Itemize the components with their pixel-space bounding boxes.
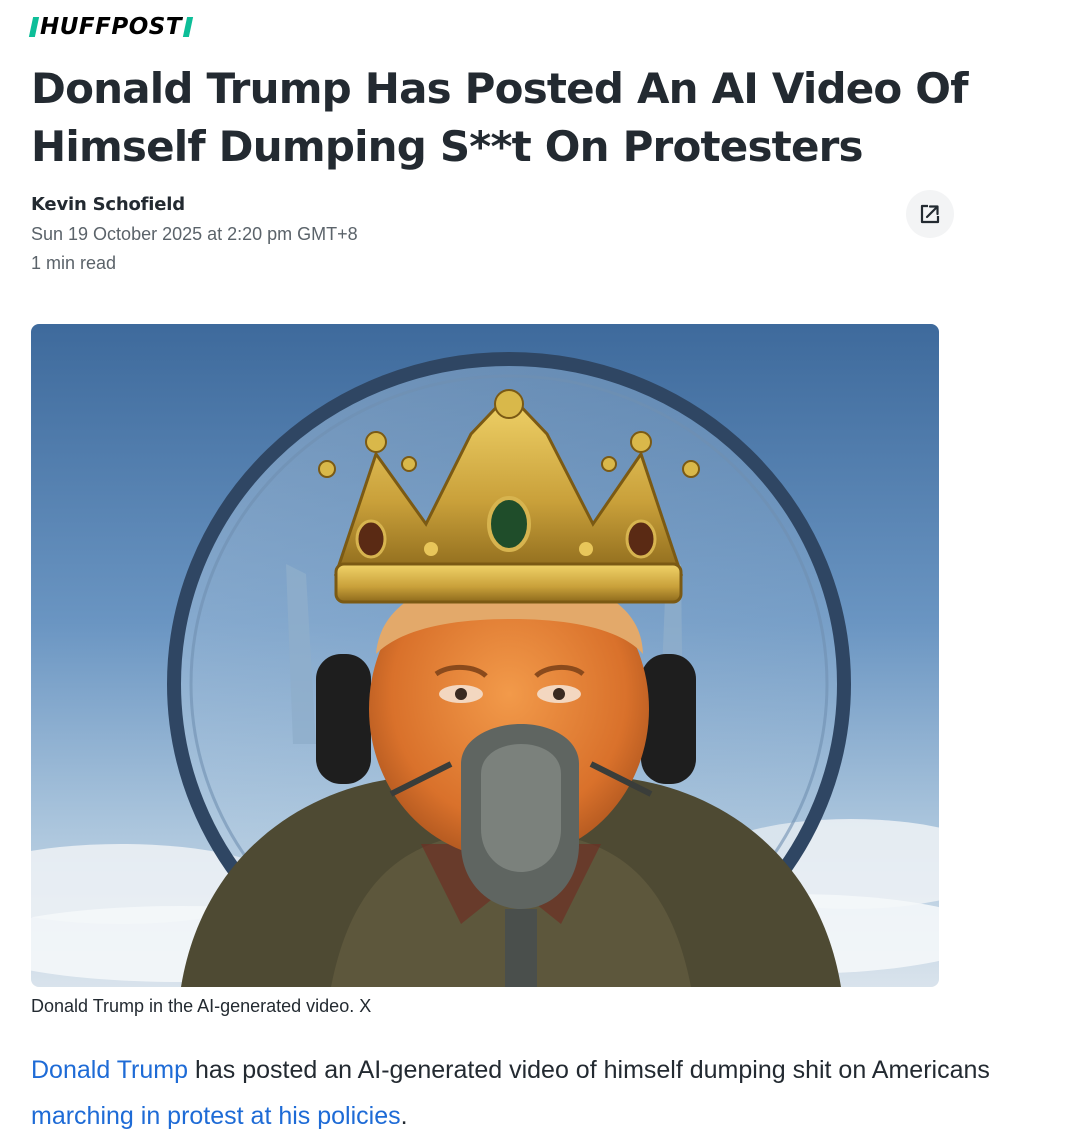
body-text-segment-2: . [400, 1102, 408, 1130]
external-share-icon [920, 204, 940, 224]
article-headline: Donald Trump Has Posted An AI Video Of H… [31, 64, 968, 171]
huffpost-logo[interactable]: HUFFPOST [28, 14, 194, 40]
publish-date: Sun 19 October 2025 at 2:20 pm GMT+8 [31, 224, 358, 244]
share-button[interactable] [906, 190, 954, 238]
author-name[interactable]: Kevin Schofield [31, 194, 185, 215]
image-caption: Donald Trump in the AI-generated video. … [31, 996, 372, 1016]
read-time: 1 min read [31, 253, 117, 273]
hero-image[interactable] [31, 324, 939, 987]
logo-left-bar [28, 17, 40, 37]
body-text-segment-1: has posted an AI-generated video of hims… [188, 1056, 990, 1084]
article-body-paragraph: Donald Trump has posted an AI-generated … [31, 1047, 1051, 1139]
logo-right-bar [182, 17, 194, 37]
ai-video-still-illustration [31, 324, 939, 987]
protest-policies-link[interactable]: marching in protest at his policies [31, 1102, 401, 1130]
logo-wordmark: HUFFPOST [40, 14, 183, 40]
donald-trump-link[interactable]: Donald Trump [31, 1056, 188, 1084]
